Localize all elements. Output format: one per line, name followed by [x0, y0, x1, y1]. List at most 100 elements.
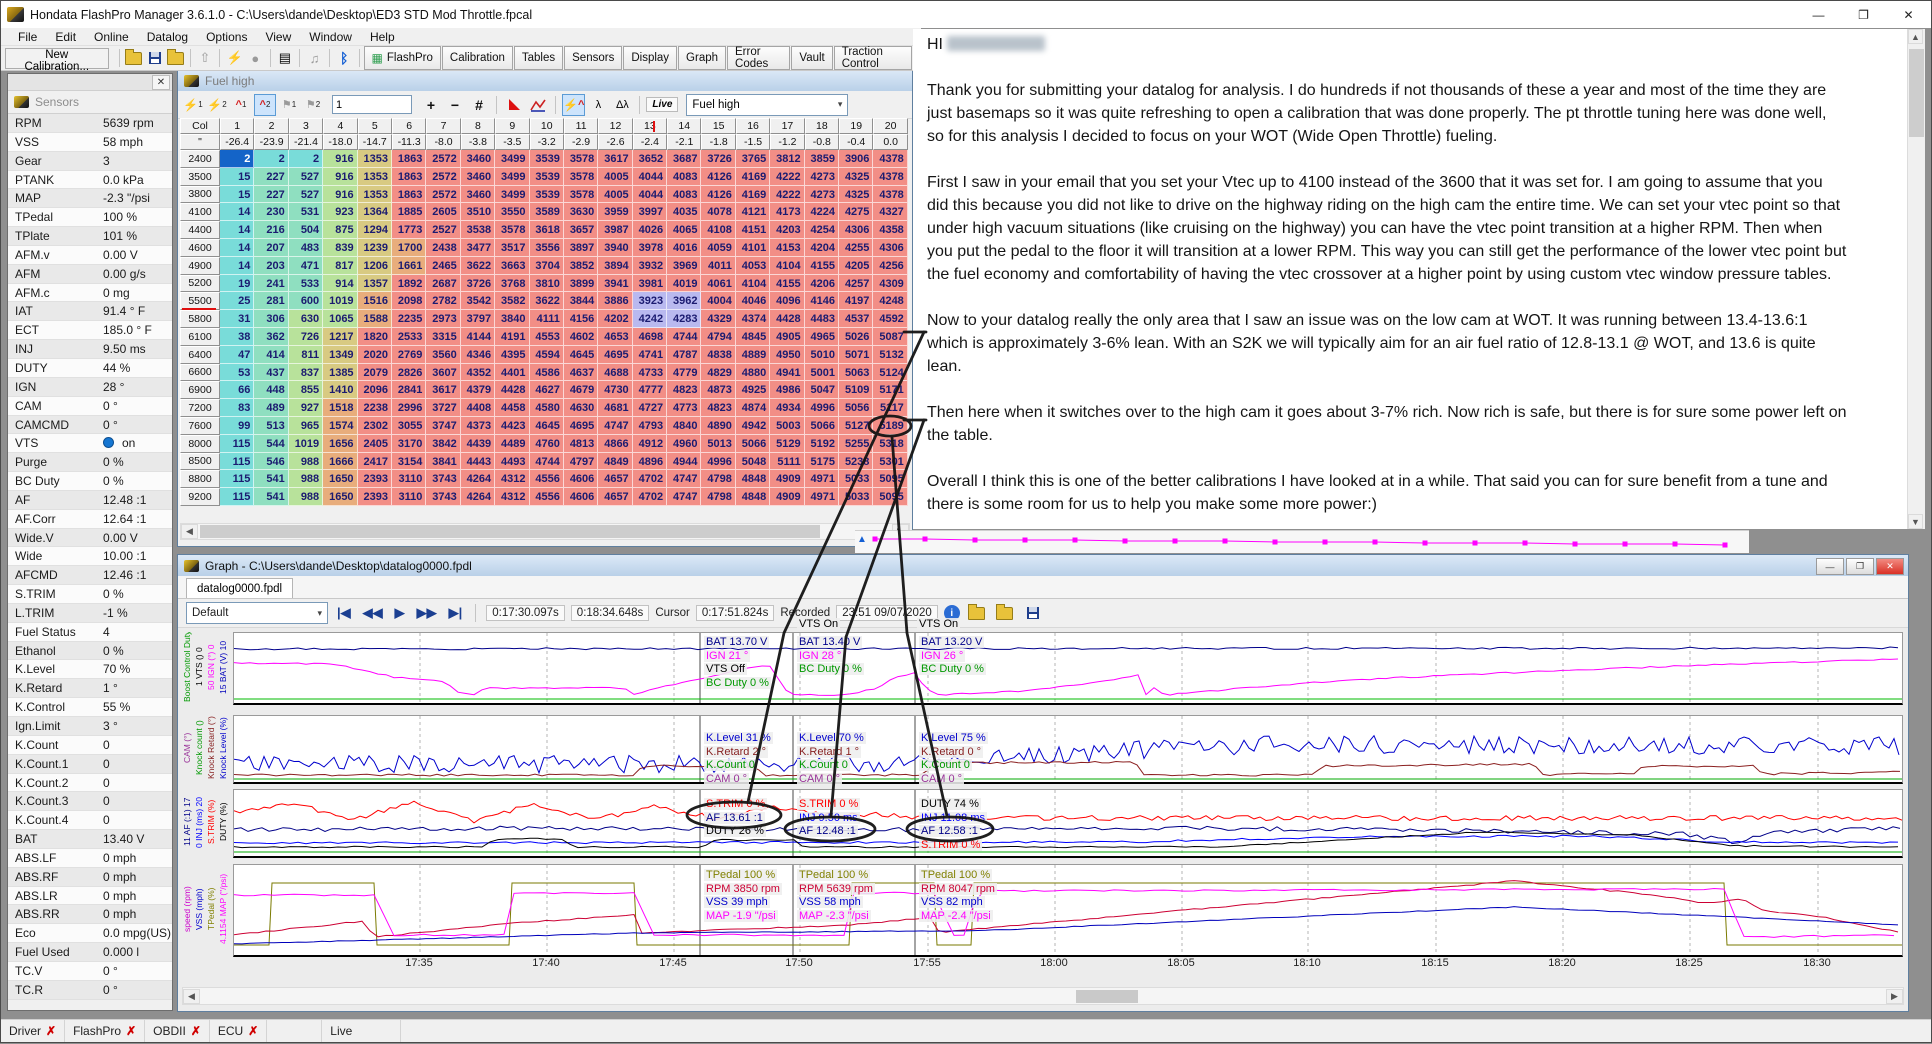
fuel-column-header[interactable]: 10	[530, 118, 564, 134]
fuel-cell[interactable]: 3687	[667, 150, 701, 168]
fuel-column-header[interactable]: 17	[770, 118, 804, 134]
fuel-row-header[interactable]: 4900	[180, 257, 220, 275]
fuel-cell[interactable]: 4083	[667, 168, 701, 186]
fuel-cell[interactable]: 811	[289, 346, 323, 364]
fuel-cell[interactable]: 3726	[701, 150, 735, 168]
fuel-cell[interactable]: 4327	[873, 203, 907, 221]
rewind-button[interactable]: ◀◀	[360, 605, 386, 621]
open-calibration-icon[interactable]	[123, 48, 144, 68]
fuel-cell[interactable]: 2996	[392, 399, 426, 417]
new-calibration-button[interactable]: New Calibration...	[5, 48, 109, 69]
fuel-cell[interactable]: 2393	[358, 488, 392, 506]
fuel-cell[interactable]: 4325	[839, 186, 873, 204]
save-icon[interactable]	[1022, 603, 1044, 623]
fuel-cell[interactable]: 3704	[530, 257, 564, 275]
fuel-row-header[interactable]: 7200	[180, 399, 220, 417]
fuel-cell[interactable]: 227	[254, 186, 288, 204]
fuel-cell[interactable]: 3897	[564, 239, 598, 257]
lambda-button[interactable]: λ	[587, 94, 609, 116]
view-button-vault[interactable]: Vault	[791, 46, 832, 70]
fuel-cell[interactable]: 5301	[873, 453, 907, 471]
fuel-cell[interactable]: 2393	[358, 470, 392, 488]
fuel-column-header[interactable]: 9	[495, 118, 529, 134]
fuel-cell[interactable]: 3110	[392, 470, 426, 488]
fuel-cell[interactable]: 14	[220, 203, 254, 221]
fuel-cell[interactable]: 4747	[598, 417, 632, 435]
fuel-cell[interactable]: 3852	[564, 257, 598, 275]
fuel-cell[interactable]: 4222	[770, 168, 804, 186]
fuel-cell[interactable]: 4046	[736, 292, 770, 310]
fuel-cell[interactable]: 533	[289, 275, 323, 293]
fuel-cell[interactable]: 3962	[667, 292, 701, 310]
fuel-cell[interactable]: 3617	[598, 150, 632, 168]
sensor-row[interactable]: Eco0.0 mpg(US)	[8, 924, 172, 943]
fuel-cell[interactable]: 3842	[426, 435, 460, 453]
fuel-cell[interactable]: 1863	[392, 186, 426, 204]
fuel-cell[interactable]: 927	[289, 399, 323, 417]
upload-icon[interactable]: ⇧	[195, 48, 216, 68]
menu-datalog[interactable]: Datalog	[138, 30, 197, 44]
fuel-cell[interactable]: 5066	[736, 435, 770, 453]
fuel-cell[interactable]: 4273	[805, 186, 839, 204]
fuel-cell[interactable]: 15	[220, 168, 254, 186]
fuel-cell[interactable]: 3556	[530, 239, 564, 257]
fuel-cell[interactable]: 2	[220, 150, 254, 168]
fuel-cell[interactable]: 4556	[530, 488, 564, 506]
fuel-cell[interactable]: 1588	[358, 310, 392, 328]
fuel-cell[interactable]: 3560	[426, 346, 460, 364]
sensor-row[interactable]: INJ9.50 ms	[8, 340, 172, 359]
fuel-cell[interactable]: 3622	[530, 292, 564, 310]
fuel-cell[interactable]: 203	[254, 257, 288, 275]
fuel-cell[interactable]: 4553	[530, 328, 564, 346]
fuel-cell[interactable]: 4306	[873, 239, 907, 257]
fuel-cell[interactable]: 3622	[461, 257, 495, 275]
view-button-display[interactable]: Display	[623, 46, 677, 70]
fuel-cell[interactable]: 4401	[495, 364, 529, 382]
fuel-cell[interactable]: 5318	[873, 435, 907, 453]
fuel-cell[interactable]: 3797	[461, 310, 495, 328]
fuel-cell[interactable]: 5033	[839, 488, 873, 506]
maximize-icon[interactable]: ❐	[1841, 1, 1886, 28]
sensor-row[interactable]: K.Count.10	[8, 755, 172, 774]
fuel-cell[interactable]: 53	[220, 364, 254, 382]
menu-window[interactable]: Window	[300, 30, 361, 44]
fuel-cell[interactable]: 4889	[736, 346, 770, 364]
menu-help[interactable]: Help	[361, 30, 404, 44]
fuel-cell[interactable]: 988	[289, 470, 323, 488]
fuel-cell[interactable]: 3894	[598, 257, 632, 275]
fuel-cell[interactable]: 4727	[633, 399, 667, 417]
fuel-row-header[interactable]: 8800	[180, 470, 220, 488]
fuel-cell[interactable]: 4309	[873, 275, 907, 293]
fuel-cell[interactable]: 837	[289, 364, 323, 382]
sensor-row[interactable]: ABS.LR0 mph	[8, 887, 172, 906]
fuel-cell[interactable]: 4108	[701, 221, 735, 239]
fuel-cell[interactable]: 3812	[770, 150, 804, 168]
fuel-cell[interactable]: 3844	[564, 292, 598, 310]
fuel-column-header[interactable]: 1	[220, 118, 254, 134]
fuel-cell[interactable]: 3747	[426, 417, 460, 435]
fuel-cell[interactable]: 4126	[701, 186, 735, 204]
fuel-cell[interactable]: 4483	[805, 310, 839, 328]
fuel-cell[interactable]: 3840	[495, 310, 529, 328]
fuel-cell[interactable]: 31	[220, 310, 254, 328]
fuel-cell[interactable]: 541	[254, 488, 288, 506]
fuel-row-header[interactable]: 8000	[180, 435, 220, 453]
fuel-cell[interactable]: 3170	[392, 435, 426, 453]
fuel-cell[interactable]: 4645	[530, 417, 564, 435]
fuel-cell[interactable]: 4744	[667, 328, 701, 346]
fuel-cell[interactable]: 4592	[873, 310, 907, 328]
scroll-down-icon[interactable]: ▼	[1908, 514, 1923, 529]
fuel-cell[interactable]: 1364	[358, 203, 392, 221]
close-icon[interactable]: ✕	[1876, 558, 1904, 575]
fuel-cell[interactable]: 4934	[770, 399, 804, 417]
fuel-cell[interactable]: 4779	[667, 364, 701, 382]
fuel-cell[interactable]: 3539	[530, 168, 564, 186]
fuel-cell[interactable]: 3542	[461, 292, 495, 310]
fuel-hscrollbar[interactable]: ◀ ▶	[180, 523, 910, 540]
fuel-cell[interactable]: 1516	[358, 292, 392, 310]
fuel-cell[interactable]: 5111	[770, 453, 804, 471]
sensor-row[interactable]: Purge0 %	[8, 453, 172, 472]
scroll-left-icon[interactable]: ◀	[181, 524, 198, 539]
fuel-cell[interactable]: 4169	[736, 186, 770, 204]
fuel-row-header[interactable]: 9200	[180, 488, 220, 506]
